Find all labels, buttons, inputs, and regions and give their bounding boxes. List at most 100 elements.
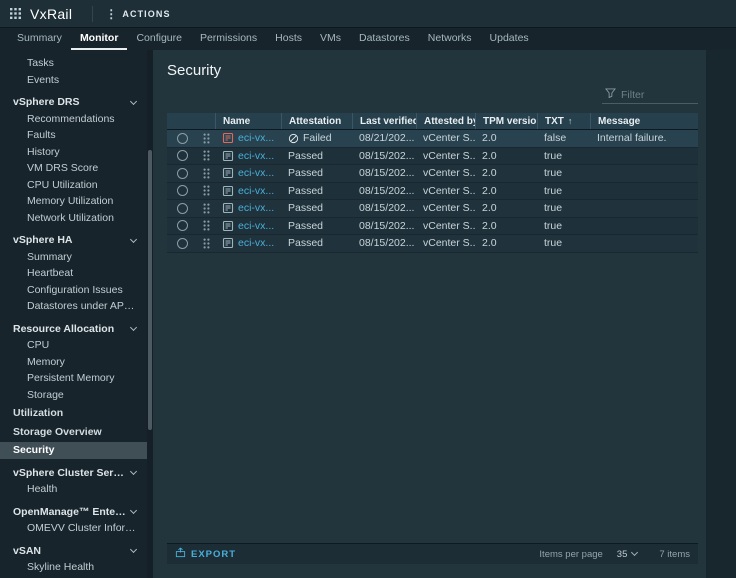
host-icon <box>222 237 234 249</box>
host-name-link[interactable]: eci-vx... <box>238 220 274 232</box>
sidebar-item-summary[interactable]: Summary <box>0 249 147 266</box>
sidebar-item-faults[interactable]: Faults <box>0 127 147 144</box>
table-row[interactable]: eci-vx...Passed08/15/202...vCenter S...2… <box>167 235 698 253</box>
row-select-cell <box>167 200 197 217</box>
export-button[interactable]: EXPORT <box>175 547 236 561</box>
tab-updates[interactable]: Updates <box>481 28 538 50</box>
table-row[interactable]: eci-vx...Passed08/15/202...vCenter S...2… <box>167 200 698 218</box>
sidebar-item-health[interactable]: Health <box>0 481 147 498</box>
last-verified-cell: 08/21/202... <box>352 130 416 147</box>
column-header-last-verified[interactable]: Last verified <box>352 113 416 129</box>
name-cell: eci-vx... <box>215 235 281 252</box>
drag-handle-icon[interactable] <box>203 133 210 144</box>
table-row[interactable]: eci-vx...Passed08/15/202...vCenter S...2… <box>167 183 698 201</box>
tab-vms[interactable]: VMs <box>311 28 350 50</box>
sidebar-item-vsphere-ha[interactable]: vSphere HA <box>0 232 147 249</box>
sidebar-item-openmanage-enterpris[interactable]: OpenManage™ Enterpris... <box>0 504 147 521</box>
row-select-cell <box>167 148 197 165</box>
sidebar-item-datastores-under-apd-or-p[interactable]: Datastores under APD or P... <box>0 298 147 315</box>
table-row[interactable]: eci-vx...Passed08/15/202...vCenter S...2… <box>167 165 698 183</box>
sidebar-item-vsan[interactable]: vSAN <box>0 543 147 560</box>
name-cell: eci-vx... <box>215 183 281 200</box>
message-cell <box>590 183 698 200</box>
column-header-attestation[interactable]: Attestation <box>281 113 352 129</box>
host-name-link[interactable]: eci-vx... <box>238 150 274 162</box>
attestation-cell: Passed <box>281 218 352 235</box>
drag-handle-icon[interactable] <box>203 238 210 249</box>
sidebar-item-storage-overview[interactable]: Storage Overview <box>0 424 147 441</box>
tab-configure[interactable]: Configure <box>127 28 191 50</box>
column-header-tpm-version[interactable]: TPM version <box>475 113 537 129</box>
tab-datastores[interactable]: Datastores <box>350 28 419 50</box>
sidebar-scrollbar-thumb[interactable] <box>148 150 152 430</box>
row-select-radio[interactable] <box>177 203 188 214</box>
table-row[interactable]: eci-vx...Passed08/15/202...vCenter S...2… <box>167 218 698 236</box>
sidebar-item-resource-allocation[interactable]: Resource Allocation <box>0 321 147 338</box>
last-verified-cell: 08/15/202... <box>352 200 416 217</box>
drag-handle-icon[interactable] <box>203 168 210 179</box>
sidebar-item-configuration-issues[interactable]: Configuration Issues <box>0 282 147 299</box>
column-header-message[interactable]: Message <box>590 113 698 129</box>
sidebar-item-cpu-utilization[interactable]: CPU Utilization <box>0 177 147 194</box>
chevron-down-icon <box>130 507 137 514</box>
sidebar-item-vsphere-drs[interactable]: vSphere DRS <box>0 94 147 111</box>
host-name-link[interactable]: eci-vx... <box>238 237 274 249</box>
host-name-link[interactable]: eci-vx... <box>238 202 274 214</box>
row-select-radio[interactable] <box>177 150 188 161</box>
table-row[interactable]: eci-vx...Passed08/15/202...vCenter S...2… <box>167 148 698 166</box>
drag-handle-icon[interactable] <box>203 185 210 196</box>
row-select-radio[interactable] <box>177 168 188 179</box>
sidebar-item-network-utilization[interactable]: Network Utilization <box>0 210 147 227</box>
tpm-version-cell: 2.0 <box>475 235 537 252</box>
sidebar-item-vm-drs-score[interactable]: VM DRS Score <box>0 160 147 177</box>
txt-cell: true <box>537 235 590 252</box>
app-switcher-icon[interactable] <box>10 8 21 19</box>
sidebar-item-label: VM DRS Score <box>27 162 139 174</box>
tab-networks[interactable]: Networks <box>419 28 481 50</box>
sidebar-item-skyline-health[interactable]: Skyline Health <box>0 559 147 576</box>
sidebar-item-history[interactable]: History <box>0 144 147 161</box>
column-header-name[interactable]: Name <box>215 113 281 129</box>
sidebar-item-label: Datastores under APD or P... <box>27 300 139 312</box>
row-select-radio[interactable] <box>177 133 188 144</box>
attestation-cell: Passed <box>281 165 352 182</box>
sidebar-item-cpu[interactable]: CPU <box>0 337 147 354</box>
filter-input[interactable] <box>621 89 693 101</box>
tab-summary[interactable]: Summary <box>8 28 71 50</box>
sidebar-item-tasks[interactable]: Tasks <box>0 55 147 72</box>
sidebar-scrollbar[interactable] <box>147 50 153 578</box>
items-per-page-select[interactable]: 35 <box>617 549 638 560</box>
application-window: VxRail ⋮ ACTIONS SummaryMonitorConfigure… <box>0 0 736 578</box>
sidebar-item-security[interactable]: Security <box>0 442 147 459</box>
sidebar-item-storage[interactable]: Storage <box>0 387 147 404</box>
column-header-attested-by[interactable]: Attested by <box>416 113 475 129</box>
drag-handle-icon[interactable] <box>203 220 210 231</box>
column-header-txt[interactable]: TXT ↑ <box>537 113 590 129</box>
sidebar-item-memory-utilization[interactable]: Memory Utilization <box>0 193 147 210</box>
sidebar-item-persistent-memory[interactable]: Persistent Memory <box>0 370 147 387</box>
host-name-link[interactable]: eci-vx... <box>238 185 274 197</box>
sidebar-item-events[interactable]: Events <box>0 72 147 89</box>
row-select-radio[interactable] <box>177 220 188 231</box>
actions-button[interactable]: ⋮ ACTIONS <box>92 6 170 22</box>
host-name-link[interactable]: eci-vx... <box>238 167 274 179</box>
row-grip-cell <box>197 218 215 235</box>
sidebar-item-memory[interactable]: Memory <box>0 354 147 371</box>
sidebar-item-heartbeat[interactable]: Heartbeat <box>0 265 147 282</box>
sidebar-item-omevv-cluster-information[interactable]: OMEVV Cluster Information <box>0 520 147 537</box>
message-cell <box>590 218 698 235</box>
row-select-radio[interactable] <box>177 185 188 196</box>
host-name-link[interactable]: eci-vx... <box>238 132 274 144</box>
table-row[interactable]: eci-vx...Failed08/21/202...vCenter S...2… <box>167 130 698 148</box>
sidebar-item-utilization[interactable]: Utilization <box>0 405 147 422</box>
tab-permissions[interactable]: Permissions <box>191 28 266 50</box>
sidebar-item-vsphere-cluster-services[interactable]: vSphere Cluster Services <box>0 465 147 482</box>
tab-monitor[interactable]: Monitor <box>71 28 128 50</box>
tab-hosts[interactable]: Hosts <box>266 28 311 50</box>
table-body: eci-vx...Failed08/21/202...vCenter S...2… <box>167 130 698 253</box>
row-select-radio[interactable] <box>177 238 188 249</box>
drag-handle-icon[interactable] <box>203 203 210 214</box>
drag-handle-icon[interactable] <box>203 150 210 161</box>
chevron-down-icon <box>130 324 137 331</box>
sidebar-item-recommendations[interactable]: Recommendations <box>0 111 147 128</box>
